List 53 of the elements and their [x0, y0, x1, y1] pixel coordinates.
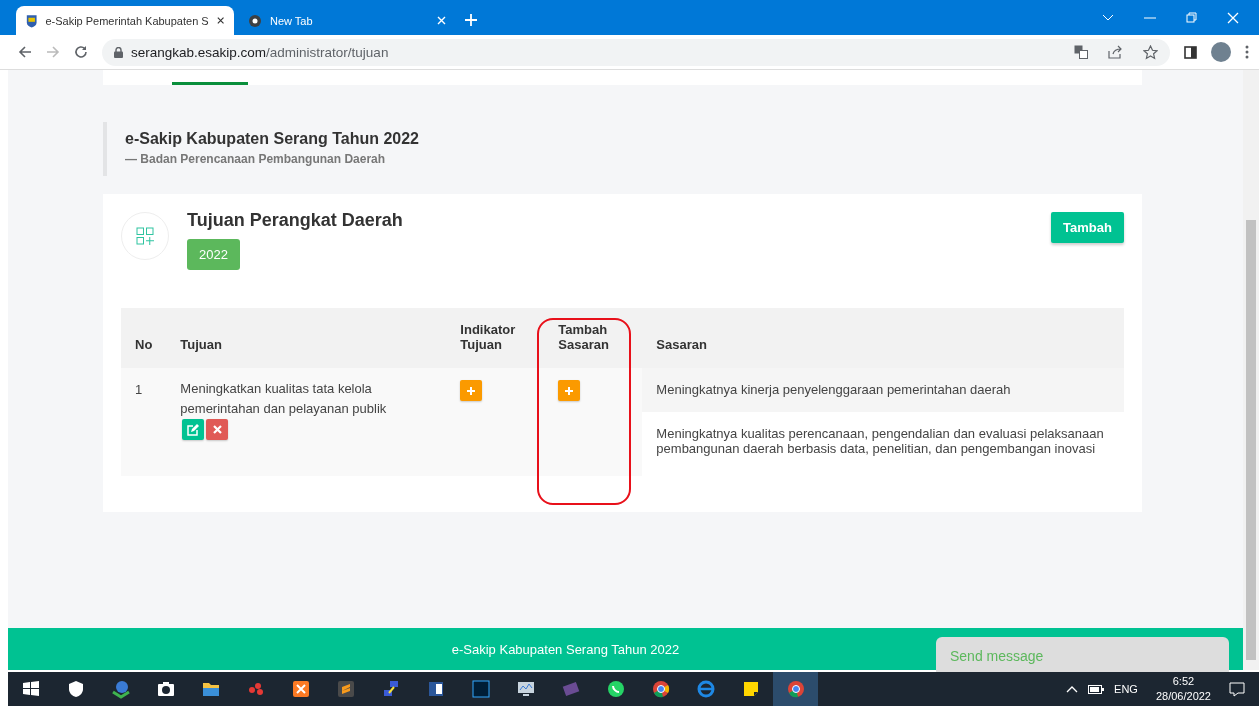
column-header: No	[121, 308, 167, 368]
edit-icon	[187, 423, 200, 436]
column-header: Tujuan	[166, 308, 447, 368]
globe-icon	[248, 13, 262, 28]
back-arrow-icon[interactable]	[18, 45, 32, 59]
avatar-icon[interactable]	[1211, 42, 1231, 62]
address-bar[interactable]: serangkab.esakip.com/administrator/tujuan	[102, 38, 1170, 66]
close-icon	[212, 425, 222, 435]
camera-icon[interactable]	[155, 679, 176, 699]
x-app-icon[interactable]	[290, 679, 311, 699]
notification-icon[interactable]	[1229, 681, 1245, 697]
plus-icon	[466, 385, 477, 396]
table-cell: 1	[121, 368, 167, 476]
crest-icon	[26, 12, 38, 29]
close-icon[interactable]	[216, 16, 224, 25]
chat-bubble-icon[interactable]	[605, 679, 626, 699]
table-cell: Meningkatnya kualitas perencanaan, pengendalian dan evaluasi pelaksanaan pembangunan daerah berbasis data, penelitian, dan pengembangan inovasi	[642, 412, 1124, 476]
share-icon[interactable]	[1108, 45, 1123, 59]
browser-logo-icon[interactable]	[650, 679, 671, 699]
column-header: Tambah Sasaran	[544, 308, 643, 368]
battery-icon[interactable]	[1088, 684, 1105, 694]
star-icon[interactable]	[1143, 44, 1158, 60]
windows-logo-icon[interactable]	[20, 679, 41, 699]
delete-button[interactable]	[206, 419, 229, 441]
side-panel-icon[interactable]	[1184, 45, 1197, 59]
year-badge: 2022	[187, 239, 240, 270]
column-header: Indikator Tujuan	[446, 308, 545, 368]
clock[interactable]: 6:52 28/06/2022	[1147, 674, 1219, 704]
translate-icon[interactable]	[1074, 45, 1088, 59]
lock-icon	[114, 46, 123, 58]
table-cell: Meningkatkan kualitas tata kelola pemerintahan dan pelayanan publik	[180, 381, 387, 416]
url-text: serangkab.esakip.com/administrator/tujuan	[131, 44, 389, 60]
chevron-down-icon[interactable]	[1102, 13, 1114, 22]
table-cell: Meningkatnya kinerja penyelenggaraan pemerintahan daerah	[642, 368, 1124, 412]
scrollbar-thumb[interactable]	[1246, 220, 1256, 660]
page-subtitle: — Badan Perencanaan Pembangunan Daerah	[125, 152, 387, 166]
browser-logo-icon[interactable]	[785, 679, 806, 699]
plus-icon	[564, 385, 575, 396]
editor-app-icon[interactable]	[335, 679, 356, 699]
language-indicator[interactable]: ENG	[1114, 683, 1138, 695]
card-title: Tujuan Perangkat Daerah	[187, 210, 403, 231]
page-title: e-Sakip Kabupaten Serang Tahun 2022	[125, 130, 420, 148]
globe-arrow-icon[interactable]	[110, 679, 131, 699]
e-logo-icon[interactable]	[695, 679, 716, 699]
chevron-up-icon[interactable]	[1066, 685, 1079, 693]
browser-tab[interactable]: e-Sakip Pemerintah Kabupaten S	[16, 6, 234, 35]
more-icon[interactable]	[1245, 45, 1249, 59]
column-header: Sasaran	[642, 308, 1124, 368]
reload-icon[interactable]	[74, 45, 88, 59]
monitor-icon[interactable]	[515, 679, 536, 699]
footer-text: e-Sakip Kabupaten Serang Tahun 2022	[451, 641, 680, 657]
browser-tab[interactable]: New Tab	[238, 6, 456, 35]
restore-icon[interactable]	[1186, 12, 1197, 23]
